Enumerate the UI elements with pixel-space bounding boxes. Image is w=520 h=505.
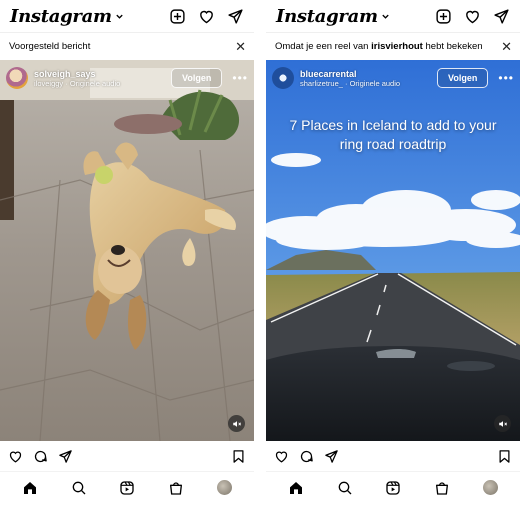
chevron-down-icon	[116, 14, 123, 19]
reels-icon[interactable]	[385, 480, 401, 496]
heart-icon[interactable]	[274, 449, 289, 464]
post-actions	[0, 441, 254, 471]
close-icon[interactable]: ✕	[501, 40, 512, 53]
share-icon[interactable]	[58, 449, 73, 464]
right-phone: Instagram Omdat je een reel van irisvier…	[266, 0, 520, 505]
bottom-nav	[266, 471, 520, 503]
search-icon[interactable]	[337, 480, 353, 496]
chevron-down-icon	[382, 14, 389, 19]
bottom-nav	[0, 471, 254, 503]
dog-photo	[0, 60, 254, 441]
mute-icon[interactable]	[494, 415, 511, 432]
shop-icon[interactable]	[434, 480, 450, 496]
save-icon[interactable]	[497, 449, 512, 464]
top-bar: Instagram	[0, 0, 254, 32]
send-icon[interactable]	[227, 8, 244, 25]
banner-user[interactable]: irisvierhout	[371, 41, 423, 52]
profile-avatar[interactable]	[216, 480, 232, 495]
username[interactable]: solveigh_says	[34, 69, 120, 79]
save-icon[interactable]	[231, 449, 246, 464]
post-header: solveigh_says iloveiggy · Originele audi…	[0, 60, 254, 96]
audio-subtitle[interactable]: iloveiggy · Originele audio	[34, 79, 120, 88]
top-bar: Instagram	[266, 0, 520, 32]
post-header: bluecarrental sharlizetrue_ · Originele …	[266, 60, 520, 96]
audio-subtitle[interactable]: sharlizetrue_ · Originele audio	[300, 79, 400, 88]
avatar[interactable]	[6, 67, 28, 89]
heart-icon[interactable]	[198, 8, 215, 25]
comment-icon[interactable]	[299, 449, 314, 464]
banner-text: Omdat je een reel van irisvierhout hebt …	[275, 41, 483, 52]
follow-button[interactable]: Volgen	[171, 68, 223, 88]
reel-caption-overlay: 7 Places in Iceland to add to your ring …	[289, 117, 497, 152]
comment-icon[interactable]	[33, 449, 48, 464]
avatar[interactable]	[272, 67, 294, 89]
logo-text: Instagram	[276, 5, 378, 27]
heart-icon[interactable]	[464, 8, 481, 25]
instagram-logo[interactable]: Instagram	[276, 6, 390, 27]
close-icon[interactable]: ✕	[235, 40, 246, 53]
instagram-logo[interactable]: Instagram	[10, 6, 124, 27]
mute-icon[interactable]	[228, 415, 245, 432]
post-actions	[266, 441, 520, 471]
more-icon[interactable]: •••	[498, 72, 514, 84]
more-icon[interactable]: •••	[232, 72, 248, 84]
home-icon[interactable]	[22, 480, 38, 496]
home-icon[interactable]	[288, 480, 304, 496]
new-post-icon[interactable]	[435, 8, 452, 25]
shop-icon[interactable]	[168, 480, 184, 496]
banner-text: Voorgesteld bericht	[9, 41, 91, 52]
share-icon[interactable]	[324, 449, 339, 464]
logo-text: Instagram	[10, 5, 112, 27]
suggested-banner: Omdat je een reel van irisvierhout hebt …	[266, 32, 520, 60]
post-media[interactable]: bluecarrental sharlizetrue_ · Originele …	[266, 60, 520, 441]
new-post-icon[interactable]	[169, 8, 186, 25]
username[interactable]: bluecarrental	[300, 69, 400, 79]
send-icon[interactable]	[493, 8, 510, 25]
left-phone: Instagram Voorgesteld bericht ✕ solveigh…	[0, 0, 254, 505]
heart-icon[interactable]	[8, 449, 23, 464]
search-icon[interactable]	[71, 480, 87, 496]
reels-icon[interactable]	[119, 480, 135, 496]
profile-avatar[interactable]	[482, 480, 498, 495]
post-media[interactable]: solveigh_says iloveiggy · Originele audi…	[0, 60, 254, 441]
suggested-banner: Voorgesteld bericht ✕	[0, 32, 254, 60]
follow-button[interactable]: Volgen	[437, 68, 489, 88]
